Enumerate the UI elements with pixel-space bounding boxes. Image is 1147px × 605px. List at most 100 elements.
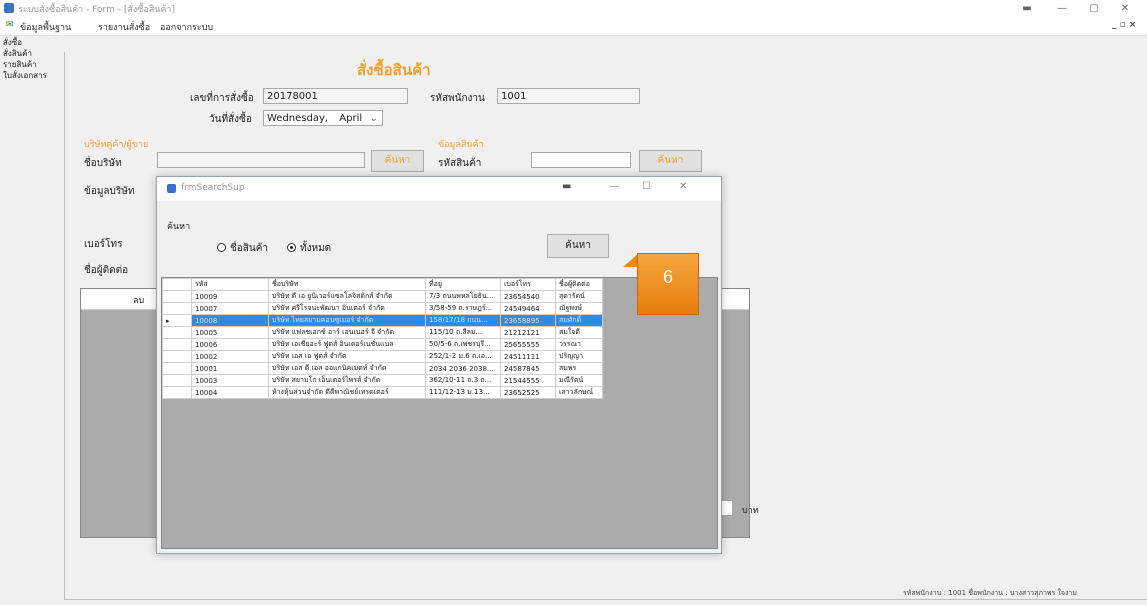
cell-address[interactable]: 3/58-59 ถ.ราษฎร์... xyxy=(425,302,501,315)
cell-id[interactable]: 10009 xyxy=(191,290,269,303)
company-search-button[interactable]: ค้นหา xyxy=(371,150,424,172)
cell-contact[interactable]: ณัฐพงษ์ xyxy=(555,302,603,315)
cell-id[interactable]: 10004 xyxy=(191,386,269,399)
column-header-address[interactable]: ที่อยู่ xyxy=(425,278,501,291)
column-header-id[interactable]: รหัส xyxy=(191,278,269,291)
date-picker[interactable]: Wednesday, April ⌄ xyxy=(263,110,383,126)
table-row[interactable]: 10001 บริษัท เอส ดี เอส ออแกนิคเมตท์ จำกั… xyxy=(162,362,603,375)
cell-address[interactable]: 115/10 ถ.สีลม... xyxy=(425,326,501,339)
minimize-button[interactable]: — xyxy=(609,181,619,192)
cell-phone[interactable]: 23654540 xyxy=(500,290,556,303)
cell-contact[interactable]: สมศักดิ์ xyxy=(555,314,603,327)
cell-address[interactable]: 7/3 ถนนพหลโยธิน... xyxy=(425,290,501,303)
cell-address[interactable]: 158/17/18 ถนน... xyxy=(425,314,501,327)
cell-contact[interactable]: สมพร xyxy=(555,362,603,375)
title-bar: ระบบสั่งซื้อสินค้า - Form - [สั่งซื้อสิน… xyxy=(0,0,1147,17)
order-no-label: เลขที่การสั่งซื้อ xyxy=(190,93,254,104)
cell-company[interactable]: บริษัท ดี เอ ยูนิเวอร์แซลโลจิสติกส์ จำกั… xyxy=(268,290,426,303)
cell-contact[interactable]: สุดารัตน์ xyxy=(555,290,603,303)
company-field[interactable] xyxy=(157,152,365,168)
table-row[interactable]: 10002 บริษัท เอส เอ ฟูดส์ จำกัด 252/1-2 ม.… xyxy=(162,350,603,363)
table-row[interactable]: 10005 บริษัท แฟลชเอกซ์ อาร์ เอนเนอร์ จี จ… xyxy=(162,326,603,339)
sidebar-item-order[interactable]: สั่งซื้อ xyxy=(3,38,22,47)
supplier-grid[interactable]: รหัส ชื่อบริษัท ที่อยู่ เบอร์โทร ชื่อผู้… xyxy=(161,277,718,549)
cell-company[interactable]: บริษัท ศรีโรจนะพัฒนา อินเตอร์ จำกัด xyxy=(268,302,426,315)
pin-icon[interactable]: ▬ xyxy=(1012,0,1042,17)
cell-contact[interactable]: สมใจดี xyxy=(555,326,603,339)
cell-company[interactable]: บริษัท สยามโก เอ็นเตอร์ไพรส์ จำกัด xyxy=(268,374,426,387)
sidebar-item-documents[interactable]: ใบสั่งเอกสาร xyxy=(3,71,47,80)
cell-id[interactable]: 10001 xyxy=(191,362,269,375)
menu-item-basic-data[interactable]: ข้อมูลพื้นฐาน xyxy=(20,20,71,34)
cell-contact[interactable]: เสาวลักษณ์ xyxy=(555,386,603,399)
row-header[interactable] xyxy=(162,386,192,399)
cell-phone[interactable]: 24511111 xyxy=(500,350,556,363)
radio-product-name-label: ชื่อสินค้า xyxy=(230,243,269,254)
column-header-phone[interactable]: เบอร์โทร xyxy=(500,278,556,291)
cell-contact[interactable]: ปริญญา xyxy=(555,350,603,363)
radio-all[interactable] xyxy=(287,243,296,252)
row-header[interactable] xyxy=(162,374,192,387)
cell-id[interactable]: 10006 xyxy=(191,338,269,351)
cell-address[interactable]: 50/5-6 ถ.เพชรบุรี... xyxy=(425,338,501,351)
cell-phone[interactable]: 23652525 xyxy=(500,386,556,399)
cell-id[interactable]: 10003 xyxy=(191,374,269,387)
cell-id[interactable]: 10008 xyxy=(191,314,269,327)
product-id-field[interactable] xyxy=(531,152,631,168)
row-header[interactable] xyxy=(162,326,192,339)
cell-phone[interactable]: 23658895 xyxy=(500,314,556,327)
column-header-company[interactable]: ชื่อบริษัท xyxy=(268,278,426,291)
table-row[interactable]: 10007 บริษัท ศรีโรจนะพัฒนา อินเตอร์ จำกัด… xyxy=(162,302,603,315)
table-row[interactable]: 10009 บริษัท ดี เอ ยูนิเวอร์แซลโลจิสติกส์… xyxy=(162,290,603,303)
pin-icon[interactable]: ▬ xyxy=(562,181,571,192)
menu-item-logout[interactable]: ออกจากระบบ xyxy=(160,20,213,34)
cell-phone[interactable]: 24549464 xyxy=(500,302,556,315)
cell-phone[interactable]: 25655555 xyxy=(500,338,556,351)
cell-company[interactable]: บริษัท ไทยสยามคอนซูเมอร์ จำกัด xyxy=(268,314,426,327)
cell-address[interactable]: 362/10-11 ถ.3 ถ... xyxy=(425,374,501,387)
row-header[interactable] xyxy=(162,290,192,303)
table-row[interactable]: 10004 ห้างหุ้นส่วนจำกัด ดีดีพาณิชย์เทรดเด… xyxy=(162,386,603,399)
sidebar-item-products[interactable]: สั่งสินค้า xyxy=(3,49,32,58)
cell-id[interactable]: 10005 xyxy=(191,326,269,339)
radio-product-name[interactable] xyxy=(217,243,226,252)
cell-contact[interactable]: วรรณา xyxy=(555,338,603,351)
search-supplier-dialog: frmSearchSup ▬ — ☐ ✕ ค้นหา ชื่อสินค้า ทั… xyxy=(156,176,722,554)
close-button[interactable]: ✕ xyxy=(679,181,687,192)
current-row-arrow-icon[interactable]: ▸ xyxy=(162,314,192,327)
cell-company[interactable]: บริษัท เอส ดี เอส ออแกนิคเมตท์ จำกัด xyxy=(268,362,426,375)
cell-phone[interactable]: 21544555 xyxy=(500,374,556,387)
close-button[interactable]: ✕ xyxy=(1110,0,1140,17)
cell-phone[interactable]: 21212121 xyxy=(500,326,556,339)
order-no-field[interactable]: 20178001 xyxy=(263,88,408,104)
cell-id[interactable]: 10007 xyxy=(191,302,269,315)
cell-contact[interactable]: มณีรัตน์ xyxy=(555,374,603,387)
cell-address[interactable]: 2034 2036 2038... xyxy=(425,362,501,375)
cell-company[interactable]: บริษัท เอส เอ ฟูดส์ จำกัด xyxy=(268,350,426,363)
cell-address[interactable]: 252/1-2 ม.6 ถ.เอ... xyxy=(425,350,501,363)
cell-company[interactable]: บริษัท แฟลชเอกซ์ อาร์ เอนเนอร์ จี จำกัด xyxy=(268,326,426,339)
maximize-button[interactable]: ▢ xyxy=(1079,0,1109,17)
date-day: Wednesday, xyxy=(267,113,329,124)
table-row[interactable]: ▸ 10008 บริษัท ไทยสยามคอนซูเมอร์ จำกัด 158/… xyxy=(162,314,603,327)
column-header-contact[interactable]: ชื่อผู้ติดต่อ xyxy=(555,278,603,291)
employee-field[interactable]: 1001 xyxy=(497,88,640,104)
minimize-button[interactable]: — xyxy=(1047,0,1077,17)
sidebar-item-product-list[interactable]: รายสินค้า xyxy=(3,60,37,69)
dialog-search-button[interactable]: ค้นหา xyxy=(547,234,609,258)
cell-address[interactable]: 111/12-13 ม.13... xyxy=(425,386,501,399)
row-header[interactable] xyxy=(162,338,192,351)
row-header[interactable] xyxy=(162,302,192,315)
menu-item-reports[interactable]: รายงานสั่งซื้อ xyxy=(98,20,150,34)
row-header[interactable] xyxy=(162,350,192,363)
row-header[interactable] xyxy=(162,362,192,375)
product-search-button[interactable]: ค้นหา xyxy=(639,150,702,172)
cell-id[interactable]: 10002 xyxy=(191,350,269,363)
table-row[interactable]: 10006 บริษัท เอเชียอะร์ ฟูดส์ อินเตอร์เนช… xyxy=(162,338,603,351)
cell-company[interactable]: บริษัท เอเชียอะร์ ฟูดส์ อินเตอร์เนชั่นแน… xyxy=(268,338,426,351)
mdi-controls[interactable]: _ ▫ × xyxy=(1112,20,1136,30)
cell-phone[interactable]: 24587845 xyxy=(500,362,556,375)
table-row[interactable]: 10003 บริษัท สยามโก เอ็นเตอร์ไพรส์ จำกัด 3… xyxy=(162,374,603,387)
cell-company[interactable]: ห้างหุ้นส่วนจำกัด ดีดีพาณิชย์เทรดเดอร์ xyxy=(268,386,426,399)
maximize-button[interactable]: ☐ xyxy=(642,181,651,192)
